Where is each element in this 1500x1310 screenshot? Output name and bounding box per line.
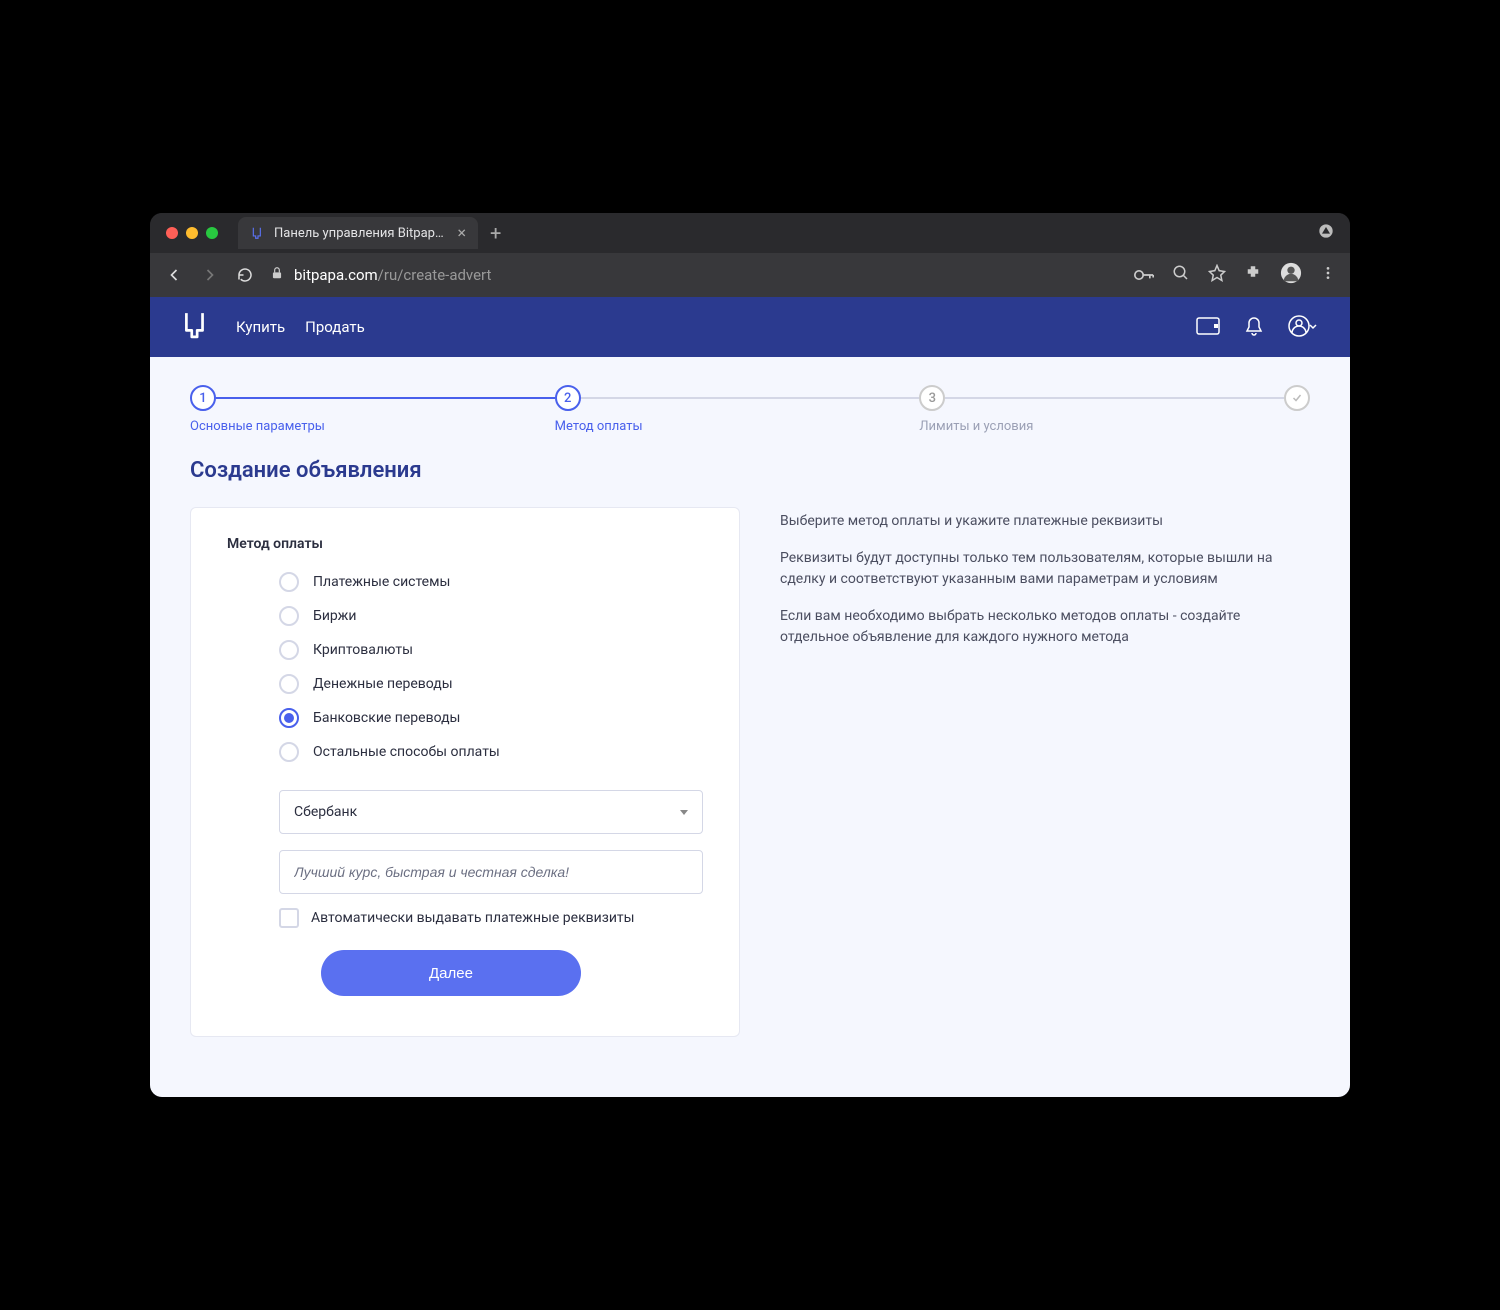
url-host: bitpapa.com — [294, 266, 378, 284]
radio-icon — [279, 606, 299, 626]
url-path: /ru/create-advert — [378, 266, 492, 284]
browser-window: Панель управления Bitpapa на × + bitpapa — [150, 213, 1350, 1097]
radio-crypto[interactable]: Криптовалюты — [279, 640, 703, 660]
step-2-circle: 2 — [555, 385, 581, 411]
step-2-label: Метод оплаты — [555, 419, 920, 434]
check-icon — [1284, 385, 1310, 411]
radio-icon — [279, 640, 299, 660]
site-header: Купить Продать — [150, 297, 1350, 357]
bank-select-value: Сбербанк — [294, 804, 357, 820]
info-p3: Если вам необходимо выбрать несколько ме… — [780, 606, 1310, 648]
tab-title: Панель управления Bitpapa на — [274, 226, 449, 241]
zoom-icon[interactable] — [1172, 264, 1190, 286]
url-field[interactable]: bitpapa.com/ru/create-advert — [270, 266, 1118, 284]
step-3-circle: 3 — [919, 385, 945, 411]
forward-button[interactable] — [200, 265, 220, 285]
titlebar: Панель управления Bitpapa на × + — [150, 213, 1350, 253]
step-done — [1284, 385, 1310, 411]
key-icon[interactable] — [1134, 266, 1154, 285]
radio-bank-transfer[interactable]: Банковские переводы — [279, 708, 703, 728]
profile-icon[interactable] — [1280, 262, 1302, 288]
step-2[interactable]: 2 Метод оплаты — [555, 385, 920, 434]
payment-method-card: Метод оплаты Платежные системы Биржи — [190, 507, 740, 1037]
next-button[interactable]: Далее — [321, 950, 581, 996]
new-tab-button[interactable]: + — [490, 221, 501, 245]
radio-money-transfer[interactable]: Денежные переводы — [279, 674, 703, 694]
nav-sell[interactable]: Продать — [305, 318, 365, 336]
info-p1: Выберите метод оплаты и укажите платежны… — [780, 511, 1310, 532]
radio-icon — [279, 674, 299, 694]
close-tab-icon[interactable]: × — [457, 225, 466, 241]
bell-icon[interactable] — [1244, 316, 1264, 338]
step-1-circle: 1 — [190, 385, 216, 411]
browser-tab[interactable]: Панель управления Bitpapa на × — [238, 217, 478, 249]
menu-icon[interactable] — [1320, 265, 1336, 285]
step-1-label: Основные параметры — [190, 419, 555, 434]
radio-other[interactable]: Остальные способы оплаты — [279, 742, 703, 762]
titlebar-right — [1318, 223, 1334, 243]
stepper: 1 Основные параметры 2 Метод оплаты 3 — [190, 385, 1310, 434]
radio-exchanges[interactable]: Биржи — [279, 606, 703, 626]
step-1[interactable]: 1 Основные параметры — [190, 385, 555, 434]
content: 1 Основные параметры 2 Метод оплаты 3 — [150, 357, 1350, 1097]
page-body: Купить Продать 1 — [150, 297, 1350, 1097]
close-window-icon[interactable] — [166, 227, 178, 239]
radio-icon — [279, 708, 299, 728]
extensions-icon[interactable] — [1244, 264, 1262, 286]
wallet-icon[interactable] — [1196, 317, 1220, 337]
favicon-icon — [250, 225, 266, 241]
account-icon[interactable] — [1288, 315, 1318, 339]
address-bar: bitpapa.com/ru/create-advert — [150, 253, 1350, 297]
tab-strip: Панель управления Bitpapa на × + — [238, 217, 1318, 249]
site-nav: Купить Продать — [236, 318, 365, 336]
back-button[interactable] — [164, 265, 184, 285]
reload-button[interactable] — [236, 266, 254, 284]
payment-method-radios: Платежные системы Биржи Криптовалюты — [227, 572, 703, 762]
page-title: Создание объявления — [190, 458, 1310, 483]
step-3: 3 Лимиты и условия — [919, 385, 1284, 434]
info-p2: Реквизиты будут доступны только тем поль… — [780, 548, 1310, 590]
checkbox-label: Автоматически выдавать платежные реквизи… — [311, 910, 635, 926]
window-controls — [166, 227, 218, 239]
radio-payment-systems[interactable]: Платежные системы — [279, 572, 703, 592]
nav-buy[interactable]: Купить — [236, 318, 285, 336]
bitpapa-logo[interactable] — [182, 311, 208, 343]
lock-icon — [270, 266, 284, 284]
shield-icon[interactable] — [1318, 224, 1334, 243]
minimize-window-icon[interactable] — [186, 227, 198, 239]
side-info: Выберите метод оплаты и укажите платежны… — [780, 507, 1310, 1037]
auto-requisites-checkbox[interactable] — [279, 908, 299, 928]
bank-select[interactable]: Сбербанк — [279, 790, 703, 834]
maximize-window-icon[interactable] — [206, 227, 218, 239]
tagline-input[interactable] — [279, 850, 703, 894]
chevron-down-icon — [680, 810, 688, 815]
radio-icon — [279, 742, 299, 762]
radio-icon — [279, 572, 299, 592]
card-title: Метод оплаты — [227, 536, 703, 552]
step-3-label: Лимиты и условия — [919, 419, 1284, 434]
star-icon[interactable] — [1208, 264, 1226, 286]
